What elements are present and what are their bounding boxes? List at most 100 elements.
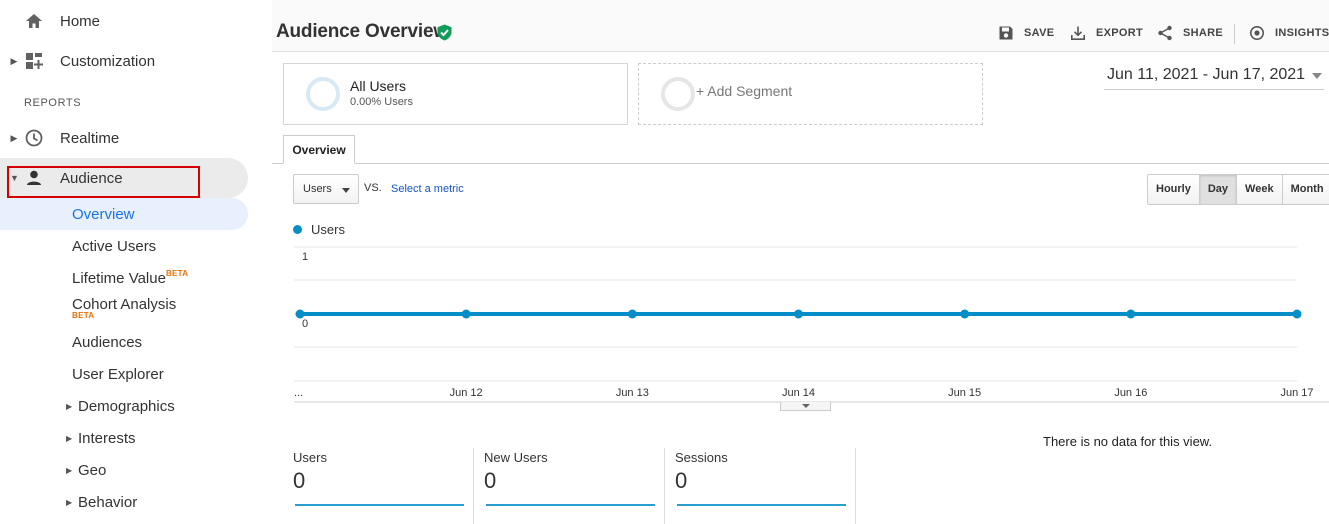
- y-tick-label: 0: [302, 318, 308, 330]
- granularity-week-button[interactable]: Week: [1236, 175, 1282, 204]
- sidebar-item-label: Realtime: [60, 129, 120, 147]
- data-point: [794, 309, 803, 319]
- data-point: [960, 309, 970, 319]
- caret-right-icon: ▶: [10, 132, 18, 143]
- download-icon: [1071, 26, 1085, 40]
- metric-select[interactable]: Users: [293, 174, 359, 204]
- scorecard-users: Users 0: [272, 448, 464, 524]
- reports-section-label: REPORTS: [24, 97, 82, 109]
- scorecard-value: 0: [484, 468, 497, 493]
- metric-select-value: Users: [303, 183, 332, 195]
- scorecard-value: 0: [293, 468, 306, 493]
- no-data-message: There is no data for this view.: [1043, 434, 1213, 449]
- date-range-picker[interactable]: Jun 11, 2021 - Jun 17, 2021: [1104, 62, 1324, 90]
- vs-label: VS.: [364, 182, 382, 194]
- beta-badge: BETA: [72, 311, 95, 320]
- data-point: [295, 309, 305, 319]
- scorecard-label: New Users: [484, 450, 548, 465]
- data-point: [627, 309, 637, 319]
- granularity-month-button[interactable]: Month: [1281, 175, 1329, 204]
- scorecard-sparkline: [486, 504, 655, 506]
- caret-right-icon: ▶: [66, 498, 73, 507]
- segment-ring-icon: [661, 77, 695, 111]
- beta-badge: BETA: [165, 269, 189, 278]
- y-tick-label: 1: [302, 251, 308, 263]
- sidebar-subitem-geo[interactable]: Geo: [78, 462, 106, 479]
- sidebar-subitem-audiences[interactable]: Audiences: [72, 334, 142, 351]
- chevron-down-icon: [1312, 73, 1322, 79]
- legend-dot: [293, 225, 302, 234]
- insights-label: INSIGHTS: [1275, 27, 1329, 39]
- share-icon: [1158, 25, 1172, 41]
- data-point: [1126, 309, 1136, 319]
- insights-icon: [1250, 26, 1264, 40]
- sidebar-item-home[interactable]: Home: [0, 5, 240, 37]
- sidebar-item-customization[interactable]: ▶ Customization: [0, 45, 240, 77]
- x-tick-label: ...: [294, 387, 303, 399]
- sidebar-subitem-lifetime-value[interactable]: Lifetime ValueBETA: [72, 269, 189, 287]
- tab-bar-line: [272, 163, 1329, 164]
- export-button[interactable]: EXPORT: [1070, 24, 1143, 42]
- scorecard-value: 0: [675, 468, 688, 493]
- scorecard-sparkline: [677, 504, 846, 506]
- toolbar-divider: [1234, 24, 1235, 44]
- save-button[interactable]: SAVE: [998, 24, 1054, 42]
- segment-name: All Users: [350, 78, 407, 94]
- scorecard-sparkline: [295, 504, 464, 506]
- granularity-hourly-button[interactable]: Hourly: [1148, 175, 1199, 204]
- x-tick-label: Jun 12: [450, 387, 483, 399]
- save-label: SAVE: [1024, 27, 1055, 39]
- dashboard-grid-icon: [26, 53, 43, 69]
- granularity-day-button[interactable]: Day: [1198, 175, 1237, 204]
- data-point: [461, 309, 471, 319]
- export-label: EXPORT: [1096, 27, 1144, 39]
- annotation-highlight-box: [7, 166, 200, 198]
- x-tick-label: Jun 15: [948, 387, 981, 399]
- scorecard-sessions: Sessions 0: [654, 448, 846, 524]
- add-segment-label: + Add Segment: [696, 83, 793, 99]
- data-point: [1292, 309, 1302, 319]
- scorecard-label: Users: [293, 450, 327, 465]
- x-tick-label: Jun 14: [782, 387, 815, 399]
- segment-all-users[interactable]: All Users 0.00% Users: [283, 63, 628, 125]
- main-content: Audience Overview SAVE EXPORT SHARE INSI…: [272, 0, 1329, 524]
- sidebar-subitem-interests[interactable]: Interests: [78, 430, 136, 447]
- x-tick-label: Jun 13: [616, 387, 649, 399]
- chart-expand-toggle[interactable]: [780, 402, 831, 411]
- tab-overview[interactable]: Overview: [283, 135, 355, 164]
- share-button[interactable]: SHARE: [1157, 24, 1223, 42]
- caret-right-icon: ▶: [10, 55, 18, 66]
- chevron-down-icon: [342, 188, 350, 193]
- scorecard-new-users: New Users 0: [463, 448, 655, 524]
- caret-right-icon: ▶: [66, 466, 73, 475]
- sidebar-subitem-label: Lifetime Value: [72, 270, 166, 287]
- sidebar-subitem-demographics[interactable]: Demographics: [78, 398, 175, 415]
- scorecard-divider: [855, 448, 856, 524]
- sidebar-item-label: Home: [60, 12, 101, 30]
- chevron-down-icon: [802, 404, 810, 408]
- clock-icon: [25, 129, 43, 147]
- date-range-text: Jun 11, 2021 - Jun 17, 2021: [1107, 66, 1306, 83]
- segment-ring-icon: [306, 77, 340, 111]
- sidebar-subitem-user-explorer[interactable]: User Explorer: [72, 366, 164, 383]
- segment-subtitle: 0.00% Users: [350, 96, 413, 108]
- users-line-chart: 1 0... Jun 12 Jun 13 Jun 14 Jun 15 Jun 16 Jun 1…: [294, 246, 1329, 403]
- verified-shield-icon: [437, 24, 452, 41]
- sidebar-item-realtime[interactable]: ▶ Realtime: [0, 122, 240, 154]
- scorecard-label: Sessions: [675, 450, 728, 465]
- select-metric-link[interactable]: Select a metric: [391, 183, 464, 195]
- caret-right-icon: ▶: [66, 434, 73, 443]
- sidebar-item-label: Customization: [60, 52, 156, 70]
- insights-button[interactable]: INSIGHTS: [1249, 24, 1329, 42]
- x-tick-label: Jun 16: [1114, 387, 1147, 399]
- add-segment-button[interactable]: + Add Segment: [638, 63, 983, 125]
- sidebar-subitem-active-users[interactable]: Active Users: [72, 238, 156, 255]
- sidebar-subitem-behavior[interactable]: Behavior: [78, 494, 137, 511]
- report-header: Audience Overview SAVE EXPORT SHARE INSI…: [272, 0, 1329, 52]
- sidebar: Home ▶ Customization REPORTS ▶ Realtime …: [0, 0, 272, 524]
- sidebar-subitem-overview[interactable]: Overview: [72, 206, 135, 223]
- caret-right-icon: ▶: [66, 402, 73, 411]
- page-title: Audience Overview: [276, 21, 448, 42]
- legend-label: Users: [311, 222, 345, 237]
- home-icon: [26, 14, 42, 28]
